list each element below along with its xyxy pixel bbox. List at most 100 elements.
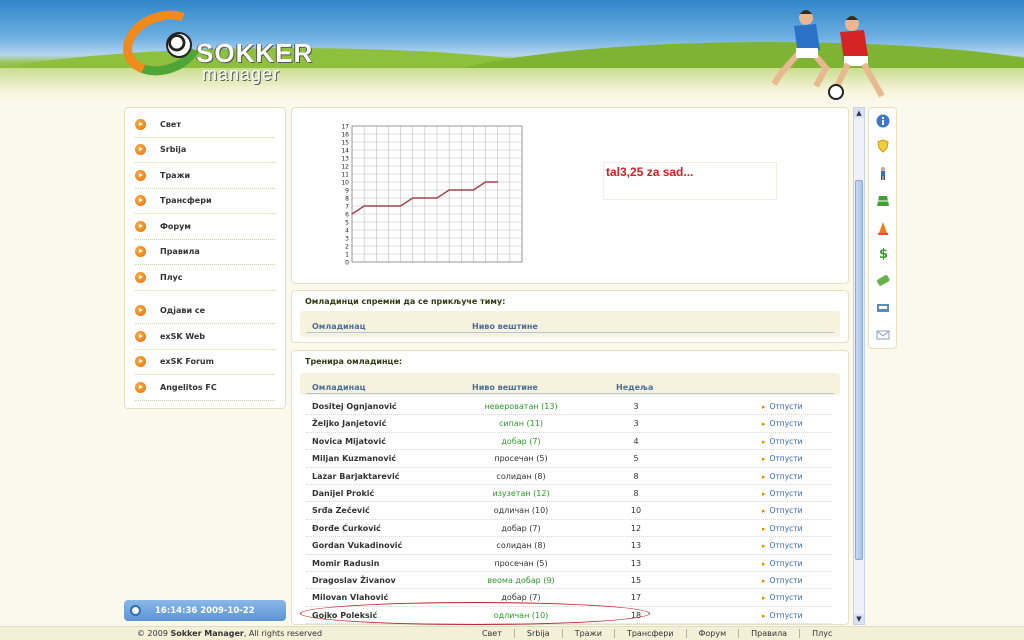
junior-name[interactable]: Dositej Ognjanović xyxy=(312,402,397,411)
nav-item-b1[interactable]: exSK Web xyxy=(135,324,275,350)
fire-link[interactable]: Отпусти xyxy=(762,402,803,411)
fire-link[interactable]: Отпусти xyxy=(762,437,803,446)
scroll-thumb[interactable] xyxy=(855,180,863,560)
copyright-brand: Sokker Manager xyxy=(170,629,244,638)
skill-progress-chart: 01234567891011121314151617 xyxy=(341,124,523,267)
junior-name[interactable]: Milovan Vlahović xyxy=(312,593,388,602)
scroll-up-icon[interactable]: ▲ xyxy=(854,108,864,118)
nav-item-label: exSK Web xyxy=(160,331,206,341)
nav-item-4[interactable]: Форум xyxy=(135,214,275,240)
y-tick-label: 12 xyxy=(341,164,349,171)
money-icon[interactable] xyxy=(876,273,890,287)
ready-title: Омладинци спремни да се прикључе тиму: xyxy=(305,297,506,306)
junior-name[interactable]: Gordan Vukadinović xyxy=(312,541,402,550)
nav-item-label: exSK Forum xyxy=(160,357,214,367)
y-tick-label: 4 xyxy=(345,228,349,235)
fire-link[interactable]: Отпусти xyxy=(762,541,803,550)
left-navigation: Свет Srbija Тражи Трансфери Форум Правила Плус… xyxy=(124,107,286,409)
nav-item-b3[interactable]: Angelitos FC xyxy=(135,375,275,401)
logo-subtext: manager xyxy=(202,64,281,84)
shield-icon[interactable] xyxy=(876,139,890,153)
junior-name[interactable]: Dragoslav Živanov xyxy=(312,576,396,585)
fire-link[interactable]: Отпусти xyxy=(762,524,803,533)
skill-level: добар (7) xyxy=(501,523,541,533)
info-icon[interactable] xyxy=(876,114,890,128)
player-icon[interactable] xyxy=(876,166,890,180)
table-row: Danijel Prokić изузетан (12) 8 Отпусти xyxy=(306,485,832,503)
junior-name[interactable]: Đorđe Ćurković xyxy=(312,524,381,533)
nav-item-label: Плус xyxy=(160,272,183,282)
table-row: Miljan Kuzmanović просечан (5) 5 Отпусти xyxy=(306,450,832,468)
junior-name[interactable]: Lazar Barjaktarević xyxy=(312,472,399,481)
header: SOKKER manager xyxy=(0,0,1024,100)
junior-name[interactable]: Momir Radusin xyxy=(312,559,379,568)
scroll-down-icon[interactable]: ▼ xyxy=(854,614,864,624)
footer-link[interactable]: Srbija xyxy=(513,629,562,638)
clock-icon xyxy=(130,605,141,616)
nav-item-2[interactable]: Тражи xyxy=(135,163,275,189)
fire-link[interactable]: Отпусти xyxy=(762,472,803,481)
fire-link[interactable]: Отпусти xyxy=(762,489,803,498)
nav-item-0[interactable]: Свет xyxy=(135,112,275,138)
nav-item-b0[interactable]: Одјави се xyxy=(135,299,275,324)
skill-level: просечан (5) xyxy=(494,558,548,568)
skill-level: изузетан (12) xyxy=(492,489,550,498)
nav-item-1[interactable]: Srbija xyxy=(135,138,275,163)
table-row: Dragoslav Živanov веома добар (9) 15 Отпуст… xyxy=(306,572,832,590)
nav-item-5[interactable]: Правила xyxy=(135,240,275,265)
footer-link[interactable]: Свет xyxy=(470,629,514,638)
training-col-player[interactable]: Омладинац xyxy=(312,383,366,392)
fire-link[interactable]: Отпусти xyxy=(762,559,803,568)
cone-icon[interactable] xyxy=(876,221,890,235)
fire-link[interactable]: Отпусти xyxy=(762,419,803,428)
sokker-logo[interactable]: SOKKER manager xyxy=(113,0,322,87)
junior-name[interactable]: Miljan Kuzmanović xyxy=(312,454,396,463)
weeks-count: 13 xyxy=(630,558,642,568)
y-tick-label: 6 xyxy=(345,212,349,219)
data-point xyxy=(436,197,438,199)
chart-note: tal3,25 za sad... xyxy=(604,163,776,199)
pitch-icon[interactable] xyxy=(876,194,890,208)
junior-name[interactable]: Željko Janjetović xyxy=(312,419,386,428)
junior-name[interactable]: Danijel Prokić xyxy=(312,489,374,498)
skill-level: солидан (8) xyxy=(496,541,546,551)
mail-icon[interactable] xyxy=(876,328,890,342)
junior-name[interactable]: Srđa Zečević xyxy=(312,506,370,515)
nav-item-b2[interactable]: exSK Forum xyxy=(135,350,275,375)
nav-item-label: Форум xyxy=(160,221,191,231)
fire-link[interactable]: Отпусти xyxy=(762,593,803,602)
ready-col-player[interactable]: Омладинац xyxy=(312,322,366,331)
y-tick-label: 2 xyxy=(345,244,349,251)
fire-link[interactable]: Отпусти xyxy=(762,611,803,620)
nav-item-label: Свет xyxy=(160,119,181,129)
data-point xyxy=(472,189,475,191)
footer-link[interactable]: Форум xyxy=(685,629,739,638)
junior-name[interactable]: Novica Mijatović xyxy=(312,437,386,446)
data-point xyxy=(484,181,487,183)
page-scrollbar[interactable]: ▲ ▼ xyxy=(853,107,865,625)
nav-item-3[interactable]: Трансфери xyxy=(135,189,275,214)
fire-link[interactable]: Отпусти xyxy=(762,576,803,585)
skill-level: добар (7) xyxy=(501,436,541,446)
table-row: Srđa Zečević одличан (10) 10 Отпусти xyxy=(306,502,832,520)
football-icon xyxy=(166,32,192,58)
skill-level: просечан (5) xyxy=(494,454,548,464)
dollar-icon[interactable]: $ xyxy=(876,246,890,260)
arrow-bullet-icon xyxy=(135,144,146,156)
training-juniors-panel: Тренира омладинце: Омладинац Ниво вештин… xyxy=(291,350,849,625)
footer: © 2009 Sokker Manager, All rights reserv… xyxy=(0,626,1024,640)
nav-item-6[interactable]: Плус xyxy=(135,265,275,291)
board-icon[interactable] xyxy=(876,301,890,315)
training-col-weeks[interactable]: Недеља xyxy=(616,383,653,392)
table-row: Dositej Ognjanović невероватан (13) 3 Отпус… xyxy=(306,398,832,416)
footer-link[interactable]: Тражи xyxy=(561,629,614,638)
footer-link[interactable]: Правила xyxy=(738,629,799,638)
y-tick-label: 0 xyxy=(345,260,349,267)
training-col-skill[interactable]: Ниво вештине xyxy=(472,383,538,392)
fire-link[interactable]: Отпусти xyxy=(762,506,803,515)
fire-link[interactable]: Отпусти xyxy=(762,454,803,463)
footer-link[interactable]: Трансфери xyxy=(613,629,686,638)
footer-link[interactable]: Плус xyxy=(799,629,844,638)
ready-col-skill[interactable]: Ниво вештине xyxy=(472,322,538,331)
nav-item-label: Angelitos FC xyxy=(160,382,217,392)
